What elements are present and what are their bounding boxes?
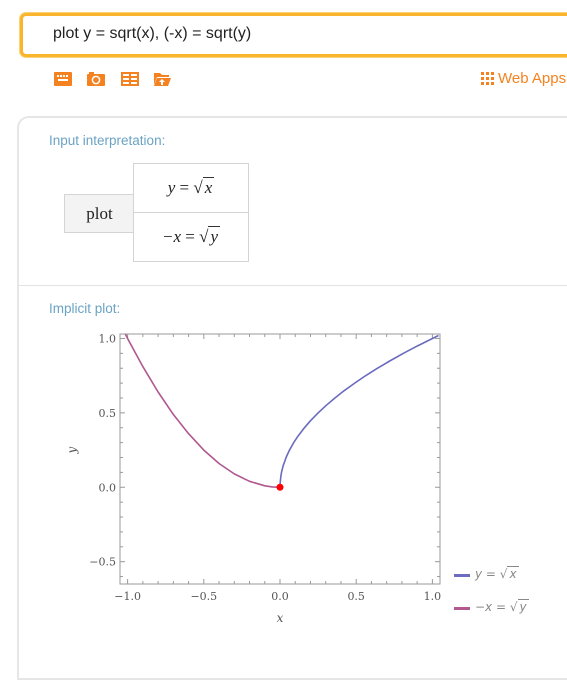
legend-1-lhs: y xyxy=(475,567,483,581)
legend-label-series-2: −x = √ y xyxy=(475,599,529,614)
series-line-1 xyxy=(279,334,439,488)
legend-2-lhs: −x xyxy=(475,600,493,614)
x-tick-label: 0.0 xyxy=(271,590,289,603)
legend-swatch-series-1 xyxy=(454,574,470,577)
legend-2-arg: y xyxy=(517,599,529,614)
y-tick-label: 0.5 xyxy=(99,407,117,420)
y-tick-label: −0.5 xyxy=(89,556,116,569)
y-axis-label: y xyxy=(65,446,79,454)
y-tick-label: 0.0 xyxy=(99,481,117,494)
series-line-2 xyxy=(124,333,281,489)
legend-label-series-1: y = √ x xyxy=(475,566,519,581)
y-tick-label: 1.0 xyxy=(99,332,117,345)
implicit-plot-chart: −1.0 −0.5 0.0 0.5 1.0 −0.5 0.0 0.5 1.0 x y xyxy=(65,332,442,625)
legend-swatch-series-2 xyxy=(454,607,470,610)
legend-1-arg: x xyxy=(507,566,519,581)
x-tick-label: −1.0 xyxy=(114,590,141,603)
intersection-point xyxy=(276,483,284,491)
x-axis-label: x xyxy=(277,611,284,625)
x-tick-label: 1.0 xyxy=(424,590,442,603)
x-tick-label: 0.5 xyxy=(347,590,365,603)
x-tick-label: −0.5 xyxy=(190,590,217,603)
plot-frame xyxy=(119,333,441,585)
